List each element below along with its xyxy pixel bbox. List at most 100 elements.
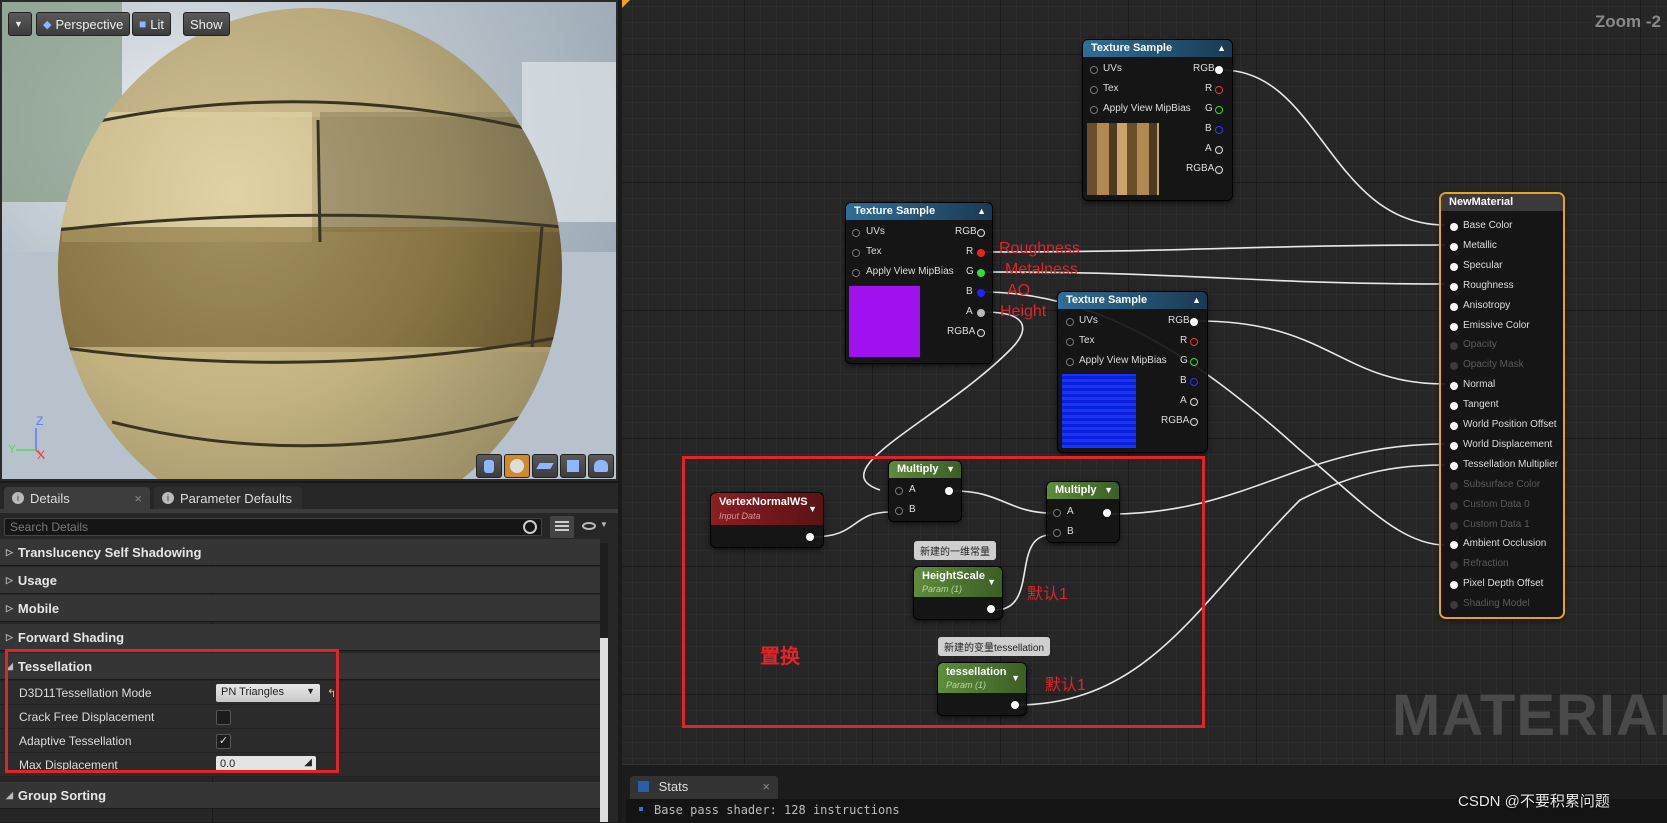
collapse-arrow-icon[interactable]: ▼ <box>946 461 955 478</box>
g-output-pin[interactable] <box>1215 106 1223 114</box>
rgb-output-pin[interactable] <box>1215 66 1223 74</box>
category-usage[interactable]: ▷ Usage <box>0 567 600 594</box>
uvs-input-pin[interactable] <box>1090 66 1098 74</box>
show-label: Show <box>190 16 223 32</box>
show-button[interactable]: Show <box>183 12 230 36</box>
material-input-pin[interactable] <box>1450 302 1458 311</box>
collapse-arrow-icon[interactable]: ▼ <box>987 574 996 591</box>
b-output-pin[interactable] <box>1190 378 1198 386</box>
pin-label: B <box>1067 526 1074 537</box>
category-translucency-self-shadowing[interactable]: ▷ Translucency Self Shadowing <box>0 539 600 566</box>
rgba-output-pin[interactable] <box>1190 418 1198 426</box>
b-output-pin[interactable] <box>1215 126 1223 134</box>
cube-preview-button[interactable] <box>560 454 586 478</box>
pin-label: UVs <box>866 226 885 237</box>
material-pin-label: Pixel Depth Offset <box>1463 578 1544 590</box>
g-output-pin[interactable] <box>977 269 985 277</box>
tex-input-pin[interactable] <box>1066 338 1074 346</box>
material-input-pin[interactable] <box>1450 461 1458 470</box>
search-details-input[interactable]: Search Details <box>4 518 542 536</box>
material-input-pin[interactable] <box>1450 441 1458 450</box>
multiply-output-pin[interactable] <box>1103 509 1111 517</box>
g-output-pin[interactable] <box>1190 358 1198 366</box>
material-pin-label: Refraction <box>1463 558 1509 570</box>
rgb-output-pin[interactable] <box>1190 318 1198 326</box>
a-output-pin[interactable] <box>1190 398 1198 406</box>
a-output-pin[interactable] <box>1215 146 1223 154</box>
b-output-pin[interactable] <box>977 289 985 297</box>
visibility-options-button[interactable]: ▼ <box>580 518 610 536</box>
tab-stats[interactable]: Stats × <box>630 776 778 799</box>
collapse-arrow-icon[interactable]: ▲ <box>1192 292 1201 309</box>
r-output-pin[interactable] <box>1190 338 1198 346</box>
expand-arrow-icon: ▷ <box>6 631 13 642</box>
r-output-pin[interactable] <box>977 249 985 257</box>
a-output-pin[interactable] <box>977 309 985 317</box>
multiply-output-pin[interactable] <box>945 487 953 495</box>
tex-input-pin[interactable] <box>852 249 860 257</box>
tab-details[interactable]: i Details × <box>4 487 150 509</box>
custom-mesh-preview-button[interactable] <box>588 454 614 478</box>
tab-parameter-defaults[interactable]: i Parameter Defaults <box>154 487 302 509</box>
rgba-output-pin[interactable] <box>977 329 985 337</box>
grid-icon <box>555 521 569 533</box>
material-pin-label: Ambient Occlusion <box>1463 538 1547 550</box>
axis-y-label: Y <box>8 442 17 456</box>
details-scrollbar-thumb[interactable] <box>600 638 608 822</box>
new-material-node[interactable]: NewMaterial <box>1441 194 1563 617</box>
pin-label: RGBA <box>947 326 976 337</box>
material-input-pin[interactable] <box>1450 422 1458 430</box>
mipbias-input-pin[interactable] <box>1090 106 1098 114</box>
rgba-output-pin[interactable] <box>1215 166 1223 174</box>
pin-label: Apply View MipBias <box>1079 355 1167 366</box>
multiply-a-input-pin[interactable] <box>895 487 903 495</box>
material-preview-viewport[interactable]: ▼ ◆ Perspective ■ Lit Show Z Y X <box>0 0 618 481</box>
tex-input-pin[interactable] <box>1090 86 1098 94</box>
plane-preview-button[interactable] <box>532 454 558 478</box>
vertex-normal-output-pin[interactable] <box>806 533 814 541</box>
node-title: Multiply <box>1055 484 1097 496</box>
property-matrix-button[interactable] <box>550 516 574 538</box>
material-input-pin[interactable] <box>1450 262 1458 271</box>
material-watermark: MATERIAL <box>1392 683 1667 748</box>
multiply-b-input-pin[interactable] <box>1053 529 1061 537</box>
perspective-button[interactable]: ◆ Perspective <box>36 12 131 36</box>
uvs-input-pin[interactable] <box>1066 318 1074 326</box>
material-input-pin[interactable] <box>1450 481 1458 490</box>
sphere-preview-button[interactable] <box>504 454 530 478</box>
viewport-options-button[interactable]: ▼ <box>8 12 32 36</box>
close-icon[interactable]: × <box>134 491 142 506</box>
lit-button[interactable]: ■ Lit <box>132 12 171 36</box>
close-icon[interactable]: × <box>762 779 770 794</box>
material-input-pin[interactable] <box>1450 223 1458 231</box>
collapse-arrow-icon[interactable]: ▼ <box>1104 482 1113 499</box>
rgb-output-pin[interactable] <box>977 229 985 237</box>
material-pin-label: Custom Data 1 <box>1463 518 1530 530</box>
node-subtitle: Param (1) <box>922 584 963 594</box>
material-input-pin[interactable] <box>1450 282 1458 291</box>
height-scale-output-pin[interactable] <box>987 605 995 613</box>
multiply-b-input-pin[interactable] <box>895 507 903 515</box>
collapse-arrow-icon[interactable]: ▼ <box>808 501 817 518</box>
material-input-pin[interactable] <box>1450 322 1458 331</box>
category-group-sorting[interactable]: ◢ Group Sorting <box>0 782 600 809</box>
collapse-arrow-icon[interactable]: ▲ <box>977 203 986 220</box>
material-input-pin[interactable] <box>1450 521 1458 530</box>
category-label: Translucency Self Shadowing <box>17 544 202 560</box>
multiply-a-input-pin[interactable] <box>1053 509 1061 517</box>
collapse-arrow-icon[interactable]: ▼ <box>1011 670 1020 687</box>
category-forward-shading[interactable]: ▷ Forward Shading <box>0 624 600 651</box>
tessellation-output-pin[interactable] <box>1011 701 1019 709</box>
stats-line: Base pass shader: 128 instructions <box>654 803 900 817</box>
material-input-pin[interactable] <box>1450 501 1458 510</box>
mipbias-input-pin[interactable] <box>1066 358 1074 366</box>
node-title: Texture Sample <box>1091 42 1173 54</box>
material-input-pin[interactable] <box>1450 242 1458 251</box>
category-mobile[interactable]: ▷ Mobile <box>0 595 600 622</box>
r-output-pin[interactable] <box>1215 86 1223 94</box>
collapse-arrow-icon[interactable]: ▲ <box>1217 40 1226 57</box>
cylinder-preview-button[interactable] <box>476 454 502 478</box>
bullet-icon <box>639 807 643 811</box>
uvs-input-pin[interactable] <box>852 229 860 237</box>
mipbias-input-pin[interactable] <box>852 269 860 277</box>
